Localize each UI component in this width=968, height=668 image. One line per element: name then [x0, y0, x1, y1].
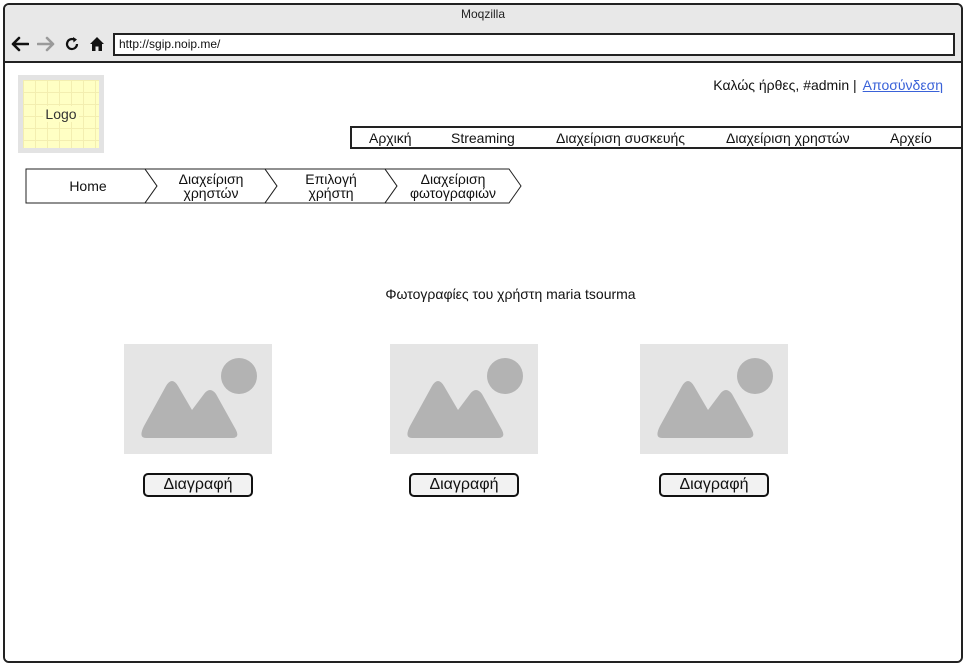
back-button[interactable] — [9, 33, 31, 55]
breadcrumb-label: χρήστη — [308, 185, 354, 201]
browser-toolbar: http://sgip.noip.me/ — [5, 27, 961, 63]
breadcrumb-label: χρηστών — [183, 185, 239, 201]
home-button[interactable] — [86, 33, 108, 55]
image-placeholder-icon — [407, 358, 523, 438]
menu-item-user-management[interactable]: Διαχείριση χρηστών — [726, 130, 850, 146]
breadcrumb-label: Διαχείριση — [420, 171, 486, 187]
breadcrumb-label: φωτογραφιών — [409, 185, 497, 201]
reload-button[interactable] — [61, 33, 83, 55]
reload-icon — [65, 37, 79, 51]
window-title: Moqzilla — [5, 5, 961, 27]
photo-thumbnail[interactable] — [124, 344, 272, 454]
logout-link[interactable]: Αποσύνδεση — [863, 77, 943, 93]
breadcrumb-label: Διαχείριση — [178, 171, 244, 187]
welcome-text: Καλώς ήρθες, #admin | — [713, 77, 857, 93]
menu-item-archive[interactable]: Αρχείο — [890, 130, 932, 146]
browser-window: Moqzilla http://sgip.noip.me/ Logo Καλώς… — [3, 3, 963, 663]
url-input[interactable]: http://sgip.noip.me/ — [113, 33, 955, 56]
arrow-left-icon — [11, 36, 29, 52]
menu-item-home[interactable]: Αρχική — [369, 130, 412, 146]
home-icon — [90, 37, 104, 51]
menu-item-device-management[interactable]: Διαχείριση συσκευής — [556, 130, 685, 146]
image-placeholder-icon — [141, 358, 257, 438]
forward-button[interactable] — [35, 33, 57, 55]
page-heading: Φωτογραφίες του χρήστη maria tsourma — [385, 286, 636, 302]
welcome-area: Καλώς ήρθες, #admin | Αποσύνδεση — [713, 77, 943, 93]
photo-thumbnail[interactable] — [390, 344, 538, 454]
main-menu: Αρχική Streaming Διαχείριση συσκευής Δια… — [350, 126, 961, 149]
breadcrumb-item-photo-management[interactable]: Διαχείριση φωτογραφιών — [395, 168, 511, 204]
delete-photo-button[interactable]: Διαγραφή — [659, 473, 769, 497]
page-content: Logo Καλώς ήρθες, #admin | Αποσύνδεση Αρχ… — [5, 63, 961, 661]
breadcrumb-item-home[interactable]: Home — [25, 168, 151, 204]
breadcrumb: Home Διαχείριση χρηστών Επιλογή χρήστη Δ… — [25, 168, 525, 204]
breadcrumb-item-user-management[interactable]: Διαχείριση χρηστών — [155, 168, 267, 204]
logo-placeholder: Logo — [23, 80, 99, 148]
breadcrumb-item-select-user[interactable]: Επιλογή χρήστη — [275, 168, 387, 204]
breadcrumb-label: Επιλογή — [305, 171, 357, 187]
logo: Logo — [18, 75, 104, 153]
delete-photo-button[interactable]: Διαγραφή — [143, 473, 253, 497]
logo-label: Logo — [43, 106, 79, 122]
menu-item-streaming[interactable]: Streaming — [451, 130, 515, 146]
arrow-right-icon — [37, 36, 55, 52]
photo-thumbnail[interactable] — [640, 344, 788, 454]
image-placeholder-icon — [657, 358, 773, 438]
breadcrumb-label: Home — [69, 178, 107, 194]
delete-photo-button[interactable]: Διαγραφή — [409, 473, 519, 497]
